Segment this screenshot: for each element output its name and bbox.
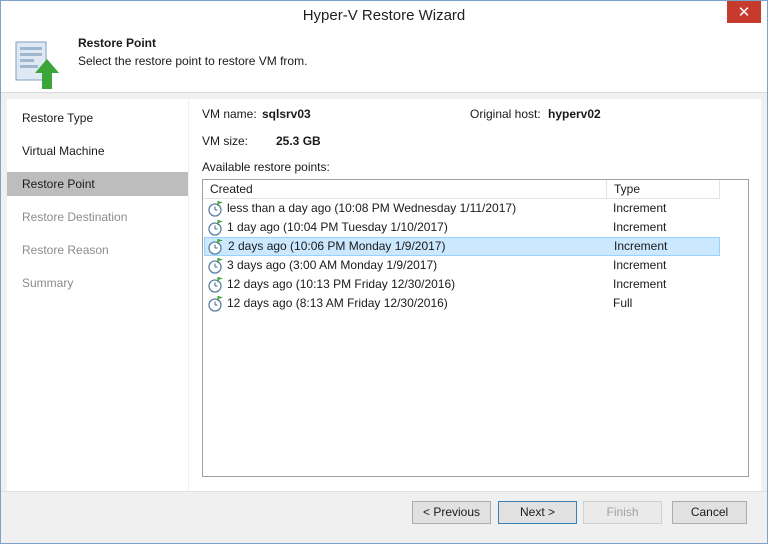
sidebar-item-restore-type[interactable]: Restore Type	[7, 106, 188, 130]
wizard-steps-sidebar: Restore Type Virtual Machine Restore Poi…	[7, 99, 188, 491]
restore-point-icon	[15, 41, 59, 89]
restore-point-clock-icon	[208, 239, 223, 255]
cell-type: Increment	[613, 201, 667, 215]
column-header-created[interactable]: Created	[203, 180, 607, 199]
cell-type: Increment	[613, 220, 667, 234]
previous-button[interactable]: < Previous	[412, 501, 491, 524]
restore-point-clock-icon	[208, 258, 223, 274]
table-row[interactable]: 1 day ago (10:04 PM Tuesday 1/10/2017) In…	[204, 218, 720, 237]
table-row[interactable]: less than a day ago (10:08 PM Wednesday …	[204, 199, 720, 218]
vm-size-value: 25.3 GB	[276, 134, 321, 148]
cell-type: Increment	[614, 239, 668, 253]
restore-points-label: Available restore points:	[202, 160, 330, 174]
sidebar-item-restore-destination: Restore Destination	[22, 210, 128, 224]
column-header-type[interactable]: Type	[607, 180, 720, 199]
main-content: VM name: sqlsrv03 Original host: hyperv0…	[189, 99, 761, 491]
vm-size-label: VM size:	[202, 134, 249, 148]
close-icon: ✕	[737, 3, 751, 21]
cell-created: less than a day ago (10:08 PM Wednesday …	[227, 201, 517, 215]
cell-type: Increment	[613, 277, 667, 291]
cell-created: 12 days ago (8:13 AM Friday 12/30/2016)	[227, 296, 448, 310]
footer-divider	[1, 491, 767, 492]
original-host-value: hyperv02	[548, 107, 601, 121]
restore-point-clock-icon	[208, 201, 223, 217]
cancel-button[interactable]: Cancel	[672, 501, 747, 524]
sidebar-item-virtual-machine[interactable]: Virtual Machine	[7, 139, 188, 163]
sidebar-item-restore-point[interactable]: Restore Point	[7, 172, 188, 196]
cell-created: 2 days ago (10:06 PM Monday 1/9/2017)	[228, 239, 446, 253]
table-row[interactable]: 3 days ago (3:00 AM Monday 1/9/2017) Incr…	[204, 256, 720, 275]
wizard-header: Restore Point Select the restore point t…	[1, 31, 767, 93]
restore-point-clock-icon	[208, 277, 223, 293]
finish-button: Finish	[583, 501, 662, 524]
table-header: Created Type	[203, 180, 720, 199]
cell-type: Full	[613, 296, 633, 310]
cell-created: 3 days ago (3:00 AM Monday 1/9/2017)	[227, 258, 438, 272]
restore-points-table[interactable]: Created Type less than a day ago (10:08 …	[202, 179, 749, 477]
step-subtitle: Select the restore point to restore VM f…	[78, 54, 308, 68]
title-bar[interactable]: Hyper-V Restore Wizard ✕	[1, 1, 767, 31]
wizard-window: Hyper-V Restore Wizard ✕ Restore Point S…	[0, 0, 768, 544]
close-button[interactable]: ✕	[727, 1, 761, 23]
restore-point-clock-icon	[208, 220, 223, 236]
next-button[interactable]: Next >	[498, 501, 577, 524]
step-title: Restore Point	[78, 36, 157, 50]
original-host-label: Original host:	[470, 107, 541, 121]
vm-name-value: sqlsrv03	[262, 107, 311, 121]
sidebar-item-summary: Summary	[22, 276, 74, 290]
cell-created: 1 day ago (10:04 PM Tuesday 1/10/2017)	[227, 220, 448, 234]
cell-type: Increment	[613, 258, 667, 272]
window-title: Hyper-V Restore Wizard	[302, 7, 466, 24]
table-row[interactable]: 12 days ago (8:13 AM Friday 12/30/2016) F…	[204, 294, 720, 313]
vm-name-label: VM name:	[202, 107, 257, 121]
cell-created: 12 days ago (10:13 PM Friday 12/30/2016)	[227, 277, 456, 291]
restore-point-clock-icon	[208, 296, 223, 312]
table-row[interactable]: 12 days ago (10:13 PM Friday 12/30/2016)…	[204, 275, 720, 294]
table-row[interactable]: 2 days ago (10:06 PM Monday 1/9/2017) Inc…	[204, 237, 720, 256]
sidebar-item-restore-reason: Restore Reason	[22, 243, 109, 257]
